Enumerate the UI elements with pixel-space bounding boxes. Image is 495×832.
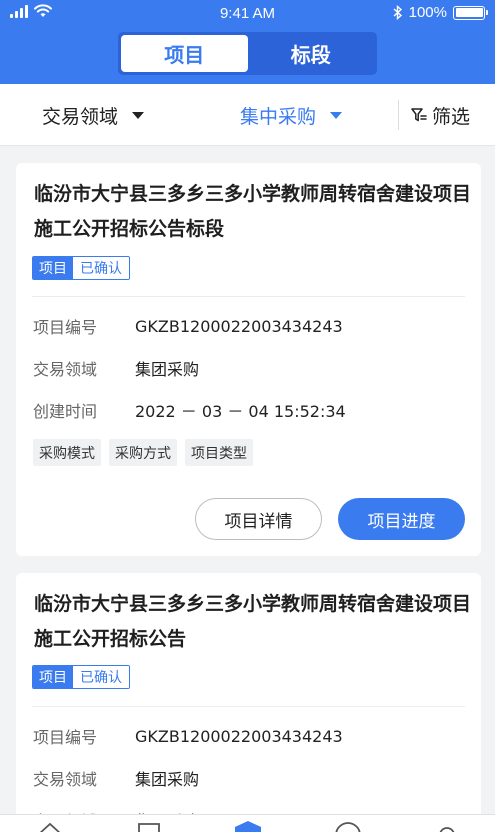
divider (398, 100, 399, 130)
status-badge: 项目 已确认 (32, 665, 130, 689)
project-card[interactable]: 临汾市大宁县三多乡三多小学教师周转宿舍建设项目施工公开招标公告 项目 已确认 项… (16, 573, 481, 832)
circle-icon[interactable] (334, 821, 362, 832)
tag: 项目类型 (185, 439, 253, 466)
badge-status: 已确认 (73, 257, 129, 279)
field-row: 项目编号 GKZB1200022003434243 (33, 724, 343, 748)
field-value: GKZB1200022003434243 (135, 726, 343, 746)
field-value: GKZB1200022003434243 (135, 316, 343, 336)
status-right: 100% (393, 4, 488, 21)
purchase-dropdown[interactable]: 集中采购 (240, 84, 343, 146)
caret-down-icon (132, 111, 145, 119)
bottom-tab-bar (0, 814, 495, 832)
project-card[interactable]: 临汾市大宁县三多乡三多小学教师周转宿舍建设项目施工公开招标公告标段 项目 已确认… (16, 163, 481, 556)
tag: 采购方式 (109, 439, 177, 466)
card-divider (32, 706, 465, 707)
field-row: 交易领域 集团采购 (33, 356, 199, 380)
status-badge: 项目 已确认 (32, 256, 130, 280)
field-row: 交易领域 集团采购 (33, 766, 199, 790)
purchase-label: 集中采购 (240, 105, 317, 128)
filter-button[interactable]: 筛选 (410, 84, 470, 146)
caret-down-icon (330, 111, 343, 119)
app-header: 9:41 AM 100% 项目 标段 (0, 0, 495, 84)
badge-type: 项目 (33, 257, 73, 279)
bluetooth-icon (393, 5, 402, 20)
field-label: 创建时间 (33, 402, 98, 421)
badge-status: 已确认 (73, 666, 129, 688)
card-title: 临汾市大宁县三多乡三多小学教师周转宿舍建设项目施工公开招标公告标段 (34, 183, 472, 240)
field-row: 项目编号 GKZB1200022003434243 (33, 314, 343, 338)
field-label: 交易领域 (33, 360, 98, 379)
trade-field-dropdown[interactable]: 交易领域 (42, 84, 145, 146)
filter-label: 筛选 (432, 105, 471, 128)
field-label: 项目编号 (33, 318, 98, 337)
tag-list: 采购模式 采购方式 项目类型 (33, 439, 253, 466)
home-icon[interactable] (36, 821, 64, 832)
hexagon-icon[interactable] (233, 821, 263, 832)
field-value: 集团采购 (135, 360, 200, 379)
filter-bar: 交易领域 集中采购 筛选 (0, 84, 495, 146)
field-label: 交易领域 (33, 770, 98, 789)
trade-field-label: 交易领域 (42, 105, 119, 128)
user-icon[interactable] (436, 821, 458, 832)
field-row: 创建时间 2022 － 03 － 04 15:52:34 (33, 398, 346, 422)
battery-icon (453, 5, 488, 20)
tab-section[interactable]: 标段 (248, 35, 375, 72)
battery-percent: 100% (408, 4, 447, 21)
tab-project[interactable]: 项目 (121, 35, 248, 72)
field-value: 2022 － 03 － 04 15:52:34 (135, 402, 346, 421)
badge-type: 项目 (33, 666, 73, 688)
card-title: 临汾市大宁县三多乡三多小学教师周转宿舍建设项目施工公开招标公告 (34, 593, 472, 650)
square-icon[interactable] (137, 821, 161, 832)
filter-icon (411, 108, 427, 122)
project-progress-button[interactable]: 项目进度 (338, 498, 465, 540)
status-bar: 9:41 AM 100% (0, 0, 495, 28)
segment-control: 项目 标段 (118, 32, 377, 75)
tag: 采购模式 (33, 439, 101, 466)
field-value: 集团采购 (135, 770, 200, 789)
project-detail-button[interactable]: 项目详情 (195, 498, 322, 540)
card-divider (32, 296, 465, 297)
field-label: 项目编号 (33, 728, 98, 747)
